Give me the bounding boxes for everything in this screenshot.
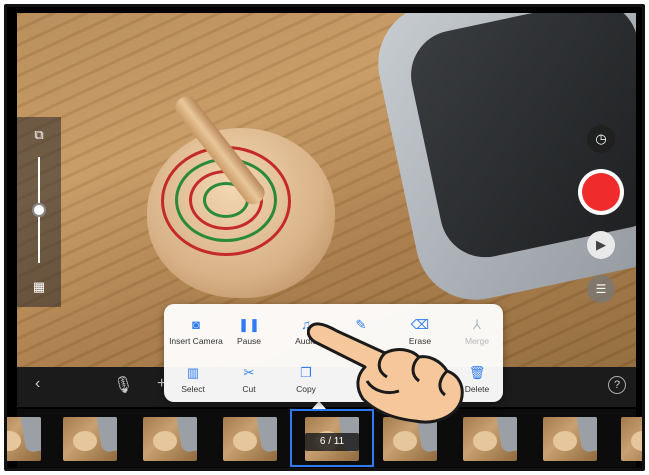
scissors-icon: ✂: [243, 365, 255, 380]
frame-thumbnail[interactable]: [543, 417, 597, 461]
pointing-hand-icon: [307, 322, 464, 424]
pause-button[interactable]: ❚❚ Pause: [219, 316, 279, 346]
zoom-knob[interactable]: [32, 203, 46, 217]
frame-thumbnail[interactable]: [621, 417, 642, 461]
frame-counter: 6 / 11: [305, 433, 359, 451]
camera-icon: ◙: [192, 317, 200, 332]
microphone-icon[interactable]: 🎙: [113, 375, 133, 395]
settings-button[interactable]: ☰: [587, 275, 615, 303]
play-button[interactable]: ▶: [587, 231, 615, 259]
frame-thumbnail[interactable]: [7, 417, 41, 461]
ipad-frame: ⧉ ▦ ◷ ▶ ☰ ‹ 🎙 + ? 6 / 11 ◙ Insert Camera…: [4, 4, 645, 471]
zoom-in-icon: ⧉: [34, 127, 44, 142]
grid-off-icon[interactable]: ▦: [31, 279, 47, 295]
frame-thumbnail[interactable]: [463, 417, 517, 461]
timer-icon: ◷: [595, 131, 607, 146]
timer-button[interactable]: ◷: [587, 125, 615, 153]
spinning-top: [147, 128, 335, 298]
frame-thumbnail[interactable]: [223, 417, 277, 461]
record-icon: [582, 173, 620, 211]
help-button[interactable]: ?: [608, 376, 626, 394]
select-button[interactable]: ▥ Select: [163, 364, 223, 394]
frame-thumbnail[interactable]: [63, 417, 117, 461]
back-button[interactable]: ‹: [35, 375, 40, 393]
pause-icon: ❚❚: [238, 317, 260, 332]
capture-button[interactable]: [578, 169, 624, 215]
insert-camera-button[interactable]: ◙ Insert Camera: [166, 316, 226, 346]
sliders-icon: ☰: [595, 282, 607, 296]
zoom-slider-panel[interactable]: ⧉ ▦: [17, 117, 61, 307]
select-frames-icon: ▥: [186, 365, 200, 380]
cut-button[interactable]: ✂ Cut: [219, 364, 279, 394]
play-icon: ▶: [596, 237, 606, 252]
frame-thumbnail[interactable]: [143, 417, 197, 461]
